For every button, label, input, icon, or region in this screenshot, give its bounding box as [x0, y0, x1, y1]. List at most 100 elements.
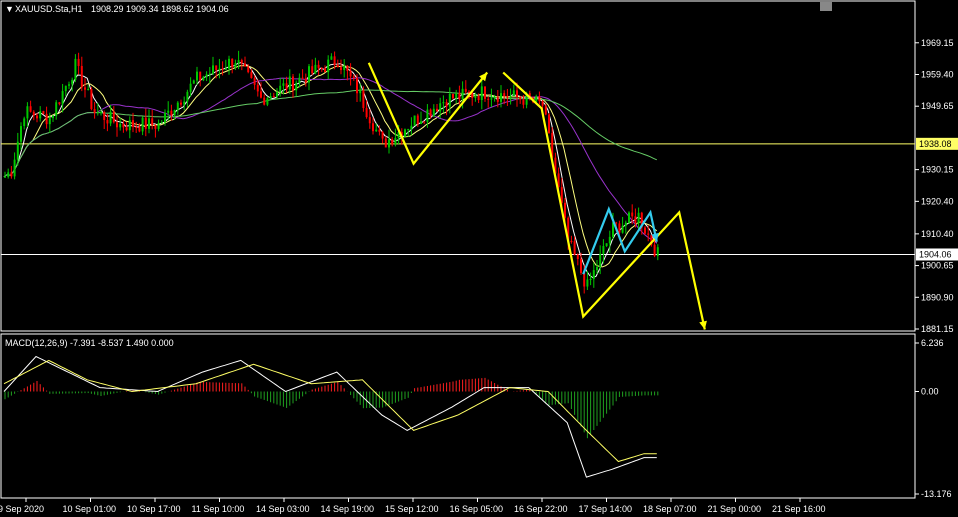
bull-candle — [186, 91, 189, 102]
bull-candle — [314, 64, 317, 74]
bull-candle — [64, 85, 67, 92]
dropdown-arrow-icon[interactable]: ▼ — [5, 4, 14, 14]
bear-candle — [336, 64, 339, 68]
bear-candle — [503, 93, 506, 97]
time-tick-label: 10 Sep 17:00 — [127, 504, 181, 514]
bear-candle — [378, 129, 381, 132]
bear-candle — [90, 88, 93, 110]
chart-canvas[interactable]: 6.236 0.00 -13.176 1969.15 1959.40 1949.65 19… — [0, 0, 958, 517]
price-tick-label: 1900.65 — [921, 261, 954, 271]
bear-candle — [170, 110, 173, 116]
bear-candle — [116, 122, 118, 128]
bull-candle — [119, 123, 122, 128]
bull-candle — [55, 102, 58, 116]
time-tick-label: 14 Sep 19:00 — [321, 504, 375, 514]
bull-candle — [205, 74, 208, 77]
bull-candle — [455, 93, 458, 99]
bull-candle — [96, 112, 99, 114]
bull-candle — [410, 125, 413, 129]
bull-candle — [586, 279, 589, 287]
bear-candle — [506, 96, 509, 98]
bear-candle — [583, 272, 586, 287]
bull-candle — [624, 222, 627, 226]
bull-candle — [480, 86, 483, 101]
bear-candle — [487, 98, 490, 100]
bear-candle — [416, 115, 419, 124]
bear-candle — [311, 66, 314, 74]
bull-candle — [608, 236, 611, 244]
bull-candle — [276, 92, 278, 97]
bull-candle — [164, 112, 166, 123]
bear-candle — [221, 68, 224, 70]
bear-candle — [391, 139, 394, 145]
bull-candle — [359, 90, 362, 94]
bear-candle — [138, 127, 141, 132]
bull-candle — [493, 96, 496, 99]
bull-candle — [52, 115, 54, 119]
bear-candle — [42, 111, 45, 114]
pane-close-button[interactable] — [820, 2, 832, 11]
bull-candle — [394, 137, 397, 145]
bull-candle — [474, 95, 477, 99]
bear-candle — [429, 109, 432, 117]
bear-candle — [103, 112, 106, 121]
bull-candle — [16, 141, 19, 160]
bull-candle — [330, 56, 333, 60]
price-tick-label: 1890.90 — [921, 292, 954, 302]
bear-candle — [333, 56, 336, 65]
bear-candle — [644, 227, 646, 234]
bear-candle — [132, 120, 134, 127]
bear-candle — [570, 240, 573, 242]
bull-candle — [388, 139, 390, 148]
background — [0, 0, 958, 517]
bear-candle — [247, 66, 250, 73]
bear-candle — [615, 222, 618, 224]
bull-candle — [61, 91, 64, 105]
bull-candle — [448, 93, 451, 107]
bull-candle — [288, 76, 291, 90]
bull-candle — [295, 82, 298, 91]
bear-candle — [368, 117, 371, 124]
bull-candle — [109, 111, 112, 124]
bear-candle — [372, 123, 374, 132]
bull-candle — [183, 101, 186, 105]
bull-candle — [596, 267, 598, 271]
symbol-label: XAUUSD.Sta,H1 — [15, 4, 83, 14]
bear-candle — [352, 76, 355, 78]
price-tick-label: 1910.40 — [921, 229, 954, 239]
bull-candle — [439, 103, 442, 112]
bull-candle — [176, 102, 179, 111]
bear-candle — [522, 99, 525, 105]
bull-candle — [26, 106, 29, 119]
macd-header: MACD(12,26,9) -7.391 -8.537 1.490 0.000 — [5, 338, 174, 348]
macd-tick-label: 6.236 — [921, 338, 944, 348]
bear-candle — [349, 70, 352, 77]
bull-candle — [7, 172, 10, 177]
bear-candle — [346, 65, 349, 71]
bull-candle — [602, 246, 605, 254]
bull-candle — [189, 83, 192, 92]
bull-candle — [621, 225, 624, 233]
bear-candle — [647, 233, 650, 235]
bull-candle — [407, 128, 410, 130]
bear-candle — [144, 117, 147, 129]
bear-candle — [93, 109, 96, 113]
bull-candle — [420, 121, 422, 124]
bull-candle — [442, 102, 445, 104]
bear-candle — [256, 84, 259, 92]
time-tick-label: 16 Sep 22:00 — [514, 504, 568, 514]
bear-candle — [548, 114, 550, 133]
bear-candle — [125, 127, 128, 131]
bull-candle — [208, 73, 211, 75]
bear-candle — [464, 88, 467, 92]
bear-candle — [36, 115, 38, 119]
bear-candle — [135, 126, 138, 128]
bull-candle — [196, 71, 198, 81]
bull-candle — [224, 68, 227, 70]
bear-candle — [10, 172, 13, 177]
bull-candle — [432, 108, 435, 117]
bear-candle — [301, 77, 304, 79]
bear-candle — [634, 216, 637, 223]
bull-candle — [202, 76, 205, 81]
bull-candle — [282, 83, 285, 86]
